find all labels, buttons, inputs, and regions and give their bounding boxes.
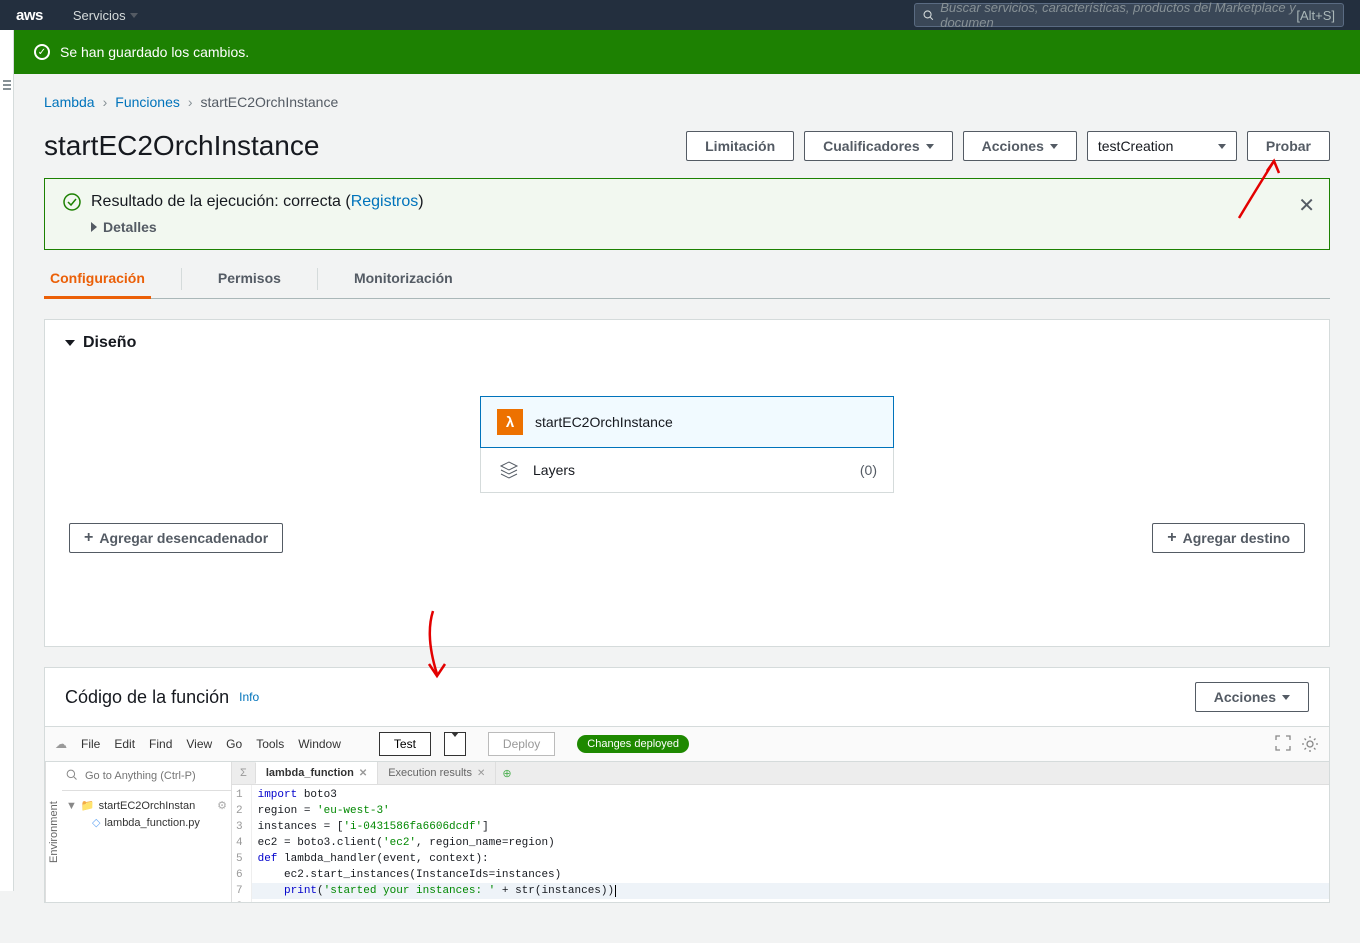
goto-anything-input[interactable] <box>81 764 231 788</box>
triangle-down-icon <box>65 340 75 346</box>
code-editor[interactable]: 12345678 import boto3region = 'eu-west-3… <box>232 785 1329 902</box>
file-explorer: ▼ 📁 startEC2OrchInstan ⚙ ◇ lambda_functi… <box>62 762 232 902</box>
gear-icon[interactable] <box>1301 735 1319 753</box>
services-label: Servicios <box>73 8 126 23</box>
lambda-icon: λ <box>497 409 523 435</box>
code-panel: Código de la función Info Acciones ☁ Fil… <box>44 667 1330 903</box>
search-icon[interactable] <box>62 762 81 790</box>
execution-result-message: Resultado de la ejecución: correcta (Reg… <box>91 193 1279 211</box>
ide-menu-window[interactable]: Window <box>298 737 341 751</box>
breadcrumb-current: startEC2OrchInstance <box>201 94 339 110</box>
limitacion-button[interactable]: Limitación <box>686 131 794 161</box>
ide-menu-file[interactable]: File <box>81 737 100 751</box>
add-destination-button[interactable]: +Agregar destino <box>1152 523 1305 553</box>
designer-panel: Diseño λ startEC2OrchInstance Layers (0)… <box>44 319 1330 647</box>
breadcrumb-lambda[interactable]: Lambda <box>44 94 95 110</box>
ide-deploy-button[interactable]: Deploy <box>488 732 555 756</box>
caret-down-icon <box>1282 695 1290 700</box>
registros-link[interactable]: Registros <box>351 193 419 210</box>
ide-menu-go[interactable]: Go <box>226 737 242 751</box>
tab-permisos[interactable]: Permisos <box>212 260 287 298</box>
top-nav: aws Servicios Buscar servicios, caracter… <box>0 0 1360 30</box>
plus-icon: + <box>1167 530 1176 546</box>
details-toggle[interactable]: Detalles <box>91 219 1279 235</box>
caret-down-icon <box>130 13 138 18</box>
check-circle-icon: ✓ <box>34 44 50 60</box>
line-gutter: 12345678 <box>232 785 252 902</box>
layers-node[interactable]: Layers (0) <box>480 448 894 493</box>
ide-menu-view[interactable]: View <box>186 737 212 751</box>
caret-down-icon <box>1218 144 1226 149</box>
plus-icon: + <box>84 530 93 546</box>
code-panel-title: Código de la función <box>65 687 229 708</box>
search-shortcut: [Alt+S] <box>1296 8 1335 23</box>
cloud-icon: ☁ <box>55 737 67 751</box>
sidebar-handle[interactable] <box>0 30 14 891</box>
ide-menu-tools[interactable]: Tools <box>256 737 284 751</box>
breadcrumb: Lambda › Funciones › startEC2OrchInstanc… <box>44 94 1330 110</box>
probar-button[interactable]: Probar <box>1247 131 1330 161</box>
close-icon[interactable]: ✕ <box>359 768 367 779</box>
ide-test-dropdown[interactable] <box>444 732 466 756</box>
add-trigger-button[interactable]: +Agregar desencadenador <box>69 523 283 553</box>
execution-result-panel: Resultado de la ejecución: correcta (Reg… <box>44 178 1330 250</box>
editor-tab-results[interactable]: Execution results✕ <box>378 762 496 784</box>
function-node[interactable]: λ startEC2OrchInstance <box>480 396 894 448</box>
ide-menu-find[interactable]: Find <box>149 737 172 751</box>
tree-folder[interactable]: ▼ 📁 startEC2OrchInstan ⚙ <box>66 797 227 814</box>
sigma-icon[interactable]: Σ <box>232 763 256 783</box>
environment-tab[interactable]: Environment <box>45 762 62 902</box>
code-content[interactable]: import boto3region = 'eu-west-3'instance… <box>252 785 1329 902</box>
ide-test-button[interactable]: Test <box>379 732 431 756</box>
triangle-right-icon <box>91 222 97 232</box>
services-menu[interactable]: Servicios <box>73 8 138 23</box>
caret-down-icon <box>1050 144 1058 149</box>
ide-toolbar: ☁ File Edit Find View Go Tools Window Te… <box>45 726 1329 762</box>
test-event-select[interactable]: testCreation <box>1087 131 1237 161</box>
file-icon: ◇ <box>92 816 100 829</box>
info-link[interactable]: Info <box>239 690 259 704</box>
banner-message: Se han guardado los cambios. <box>60 44 249 60</box>
tab-monitorizacion[interactable]: Monitorización <box>348 260 459 298</box>
caret-down-icon <box>926 144 934 149</box>
layers-label: Layers <box>533 462 575 478</box>
changes-deployed-badge: Changes deployed <box>577 735 689 753</box>
layers-icon <box>497 458 521 482</box>
layers-count: (0) <box>860 462 877 478</box>
breadcrumb-funciones[interactable]: Funciones <box>115 94 180 110</box>
close-icon[interactable]: ✕ <box>1298 193 1315 218</box>
fullscreen-icon[interactable] <box>1275 735 1291 751</box>
caret-down-icon <box>451 732 459 751</box>
tree-file[interactable]: ◇ lambda_function.py <box>66 814 227 831</box>
global-search[interactable]: Buscar servicios, características, produ… <box>914 3 1344 27</box>
designer-header[interactable]: Diseño <box>45 320 1329 366</box>
new-tab-button[interactable]: ⊕ <box>496 763 517 784</box>
acciones-button[interactable]: Acciones <box>963 131 1077 161</box>
folder-icon: 📁 <box>81 799 95 812</box>
editor-tabs: Σ lambda_function✕ Execution results✕ ⊕ <box>232 762 1329 785</box>
page-title: startEC2OrchInstance <box>44 130 319 162</box>
function-tabs: Configuración Permisos Monitorización <box>44 260 1330 299</box>
success-banner: ✓ Se han guardado los cambios. <box>14 30 1360 74</box>
function-name-label: startEC2OrchInstance <box>535 414 673 430</box>
close-icon[interactable]: ✕ <box>477 768 485 779</box>
gear-icon[interactable]: ⚙ <box>217 799 227 812</box>
chevron-right-icon: › <box>103 94 108 110</box>
search-icon <box>923 9 934 22</box>
cualificadores-button[interactable]: Cualificadores <box>804 131 952 161</box>
search-placeholder: Buscar servicios, características, produ… <box>940 0 1296 30</box>
tab-configuracion[interactable]: Configuración <box>44 260 151 299</box>
editor-tab-main[interactable]: lambda_function✕ <box>256 762 378 784</box>
success-check-icon <box>63 193 81 214</box>
code-acciones-button[interactable]: Acciones <box>1195 682 1309 712</box>
chevron-right-icon: › <box>188 94 193 110</box>
ide-menu-edit[interactable]: Edit <box>114 737 135 751</box>
aws-logo[interactable]: aws <box>16 7 43 24</box>
